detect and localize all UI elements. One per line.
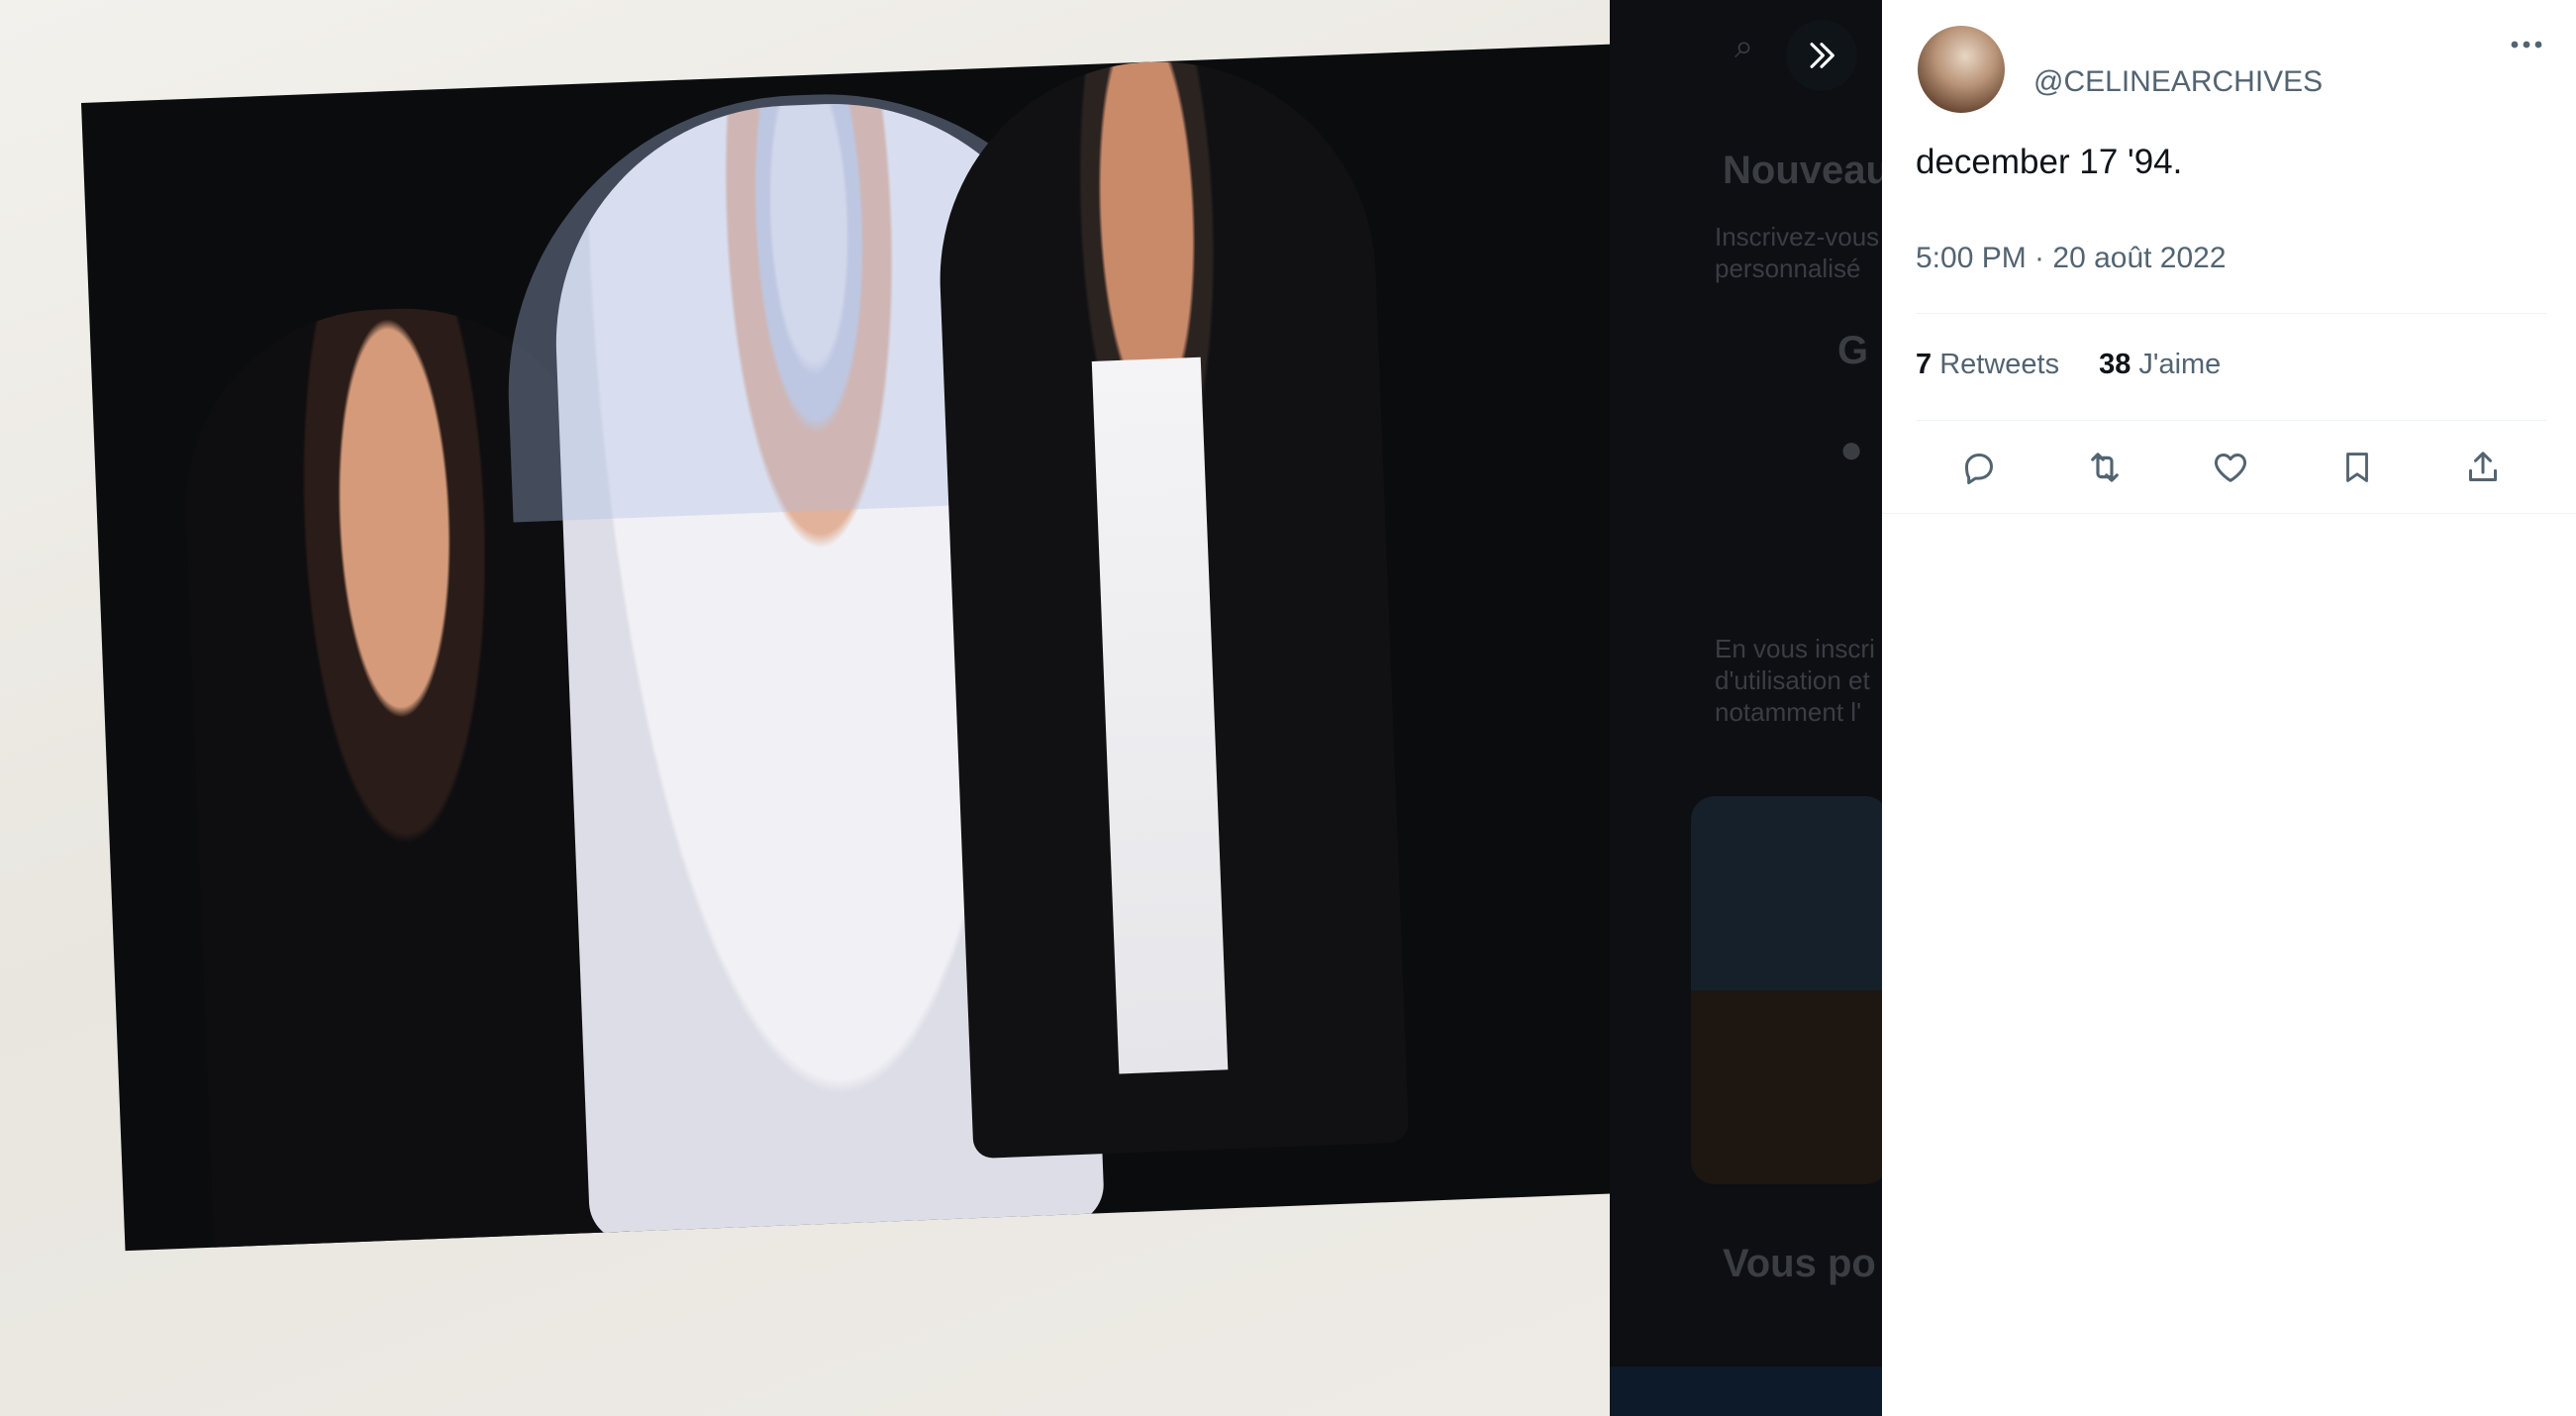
background-signup-text-1: Inscrivez-vous xyxy=(1715,222,1880,252)
background-search-icon: ⌕ xyxy=(1734,28,1754,65)
media-viewer: ⌕ Nouveau Inscrivez-vous personnalisé G … xyxy=(0,0,1890,1416)
tweet-panel: @CELINEARCHIVES december 17 '94. 5:00 PM… xyxy=(1882,0,2576,1416)
divider xyxy=(1916,313,2546,314)
likes-count: 38 xyxy=(2099,349,2131,380)
background-bottom-bar xyxy=(1610,1366,1882,1416)
retweets-count: 7 xyxy=(1916,349,1932,380)
background-page-dimmed: ⌕ Nouveau Inscrivez-vous personnalisé G … xyxy=(1610,0,1890,1416)
retweet-button[interactable] xyxy=(2075,438,2134,497)
retweet-icon xyxy=(2091,453,2119,482)
photo-image xyxy=(0,0,1669,1416)
wedding-photo-print xyxy=(81,44,1669,1252)
tweet-actions xyxy=(1916,428,2546,507)
divider xyxy=(1916,420,2546,421)
tweet-text: december 17 '94. xyxy=(1916,143,2183,181)
share-icon xyxy=(2469,452,2498,481)
heart-icon xyxy=(2215,454,2247,482)
like-button[interactable] xyxy=(2201,438,2260,497)
likes-stat[interactable]: 38 J'aime xyxy=(2099,349,2221,381)
reply-button[interactable] xyxy=(1949,438,2009,497)
background-media-thumbnails xyxy=(1691,796,1889,1184)
tweet-timestamp[interactable]: 5:00 PM · 20 août 2022 xyxy=(1916,242,2227,275)
bookmark-icon xyxy=(2345,453,2368,482)
avatar[interactable] xyxy=(1918,26,2005,113)
share-button[interactable] xyxy=(2453,438,2513,497)
bookmark-button[interactable] xyxy=(2328,438,2387,497)
divider xyxy=(1882,513,2576,514)
background-google-icon: G xyxy=(1837,329,1869,372)
background-legal-1: En vous inscri xyxy=(1715,634,1875,663)
background-signup-text-2: personnalisé xyxy=(1715,253,1861,283)
retweets-stat[interactable]: 7 Retweets xyxy=(1916,349,2059,381)
user-handle[interactable]: @CELINEARCHIVES xyxy=(2033,65,2323,99)
double-chevron-right-icon xyxy=(1810,43,1834,68)
retweets-label: Retweets xyxy=(1939,349,2060,380)
background-heading: Nouveau xyxy=(1723,149,1890,192)
tweet-stats: 7 Retweets 38 J'aime xyxy=(1916,349,2221,381)
more-options-button[interactable] xyxy=(2505,28,2548,61)
likes-label: J'aime xyxy=(2138,349,2222,380)
background-legal-3: notamment l' xyxy=(1715,697,1862,727)
reply-icon xyxy=(1964,454,1993,484)
background-section-heading: Vous po xyxy=(1723,1242,1876,1285)
more-dots-icon xyxy=(2511,41,2542,49)
background-legal-2: d'utilisation et xyxy=(1715,665,1870,695)
background-apple-icon: ● xyxy=(1839,428,1864,471)
expand-panel-button[interactable] xyxy=(1786,20,1857,91)
